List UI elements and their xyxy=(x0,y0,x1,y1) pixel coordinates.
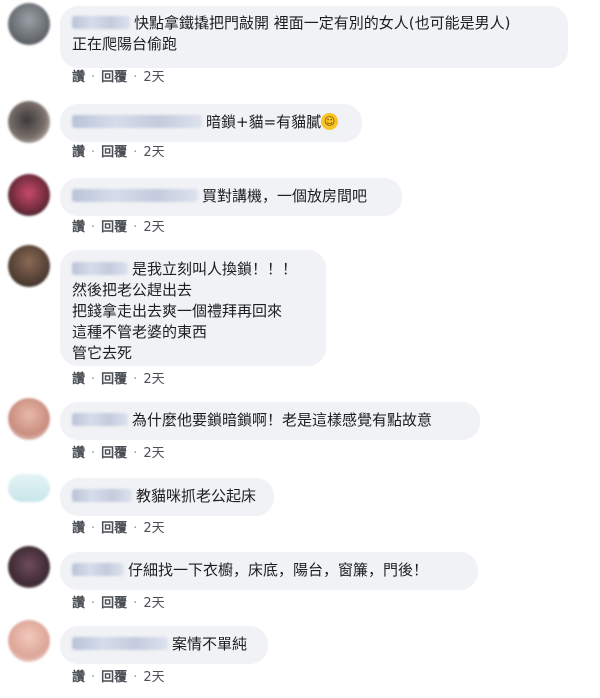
separator: · xyxy=(91,372,96,387)
comment-line: 正在爬陽台偷跑 xyxy=(72,35,178,53)
avatar[interactable] xyxy=(8,546,50,588)
separator: · xyxy=(133,145,138,160)
comment-actions: 讚 · 回覆 · 2天 xyxy=(72,372,165,388)
reply-link[interactable]: 回覆 xyxy=(101,670,127,686)
comment-line: 這種不管老婆的東西 xyxy=(72,323,208,341)
comment-text: 暗鎖+貓=有貓膩 xyxy=(206,113,322,131)
comment-actions: 讚 · 回覆 · 2天 xyxy=(72,670,165,686)
timestamp[interactable]: 2天 xyxy=(143,372,164,388)
comment-line: 是我立刻叫人換鎖！！！ xyxy=(72,259,314,280)
comment-text: 仔細找一下衣櫥，床底，陽台，窗簾，門後！ xyxy=(128,561,429,579)
comment-actions: 讚 · 回覆 · 2天 xyxy=(72,446,165,462)
like-link[interactable]: 讚 xyxy=(72,372,85,388)
separator: · xyxy=(133,372,138,387)
reply-link[interactable]: 回覆 xyxy=(101,372,127,388)
separator: · xyxy=(91,70,96,85)
comment-bubble: 暗鎖+貓=有貓膩 ☺ xyxy=(60,104,362,142)
comment-text: 教貓咪抓老公起床 xyxy=(136,487,257,505)
like-link[interactable]: 讚 xyxy=(72,220,85,236)
comment-bubble: 快點拿鐵撬把門敲開 裡面一定有別的女人(也可能是男人) 正在爬陽台偷跑 xyxy=(60,6,568,68)
avatar[interactable] xyxy=(8,101,50,143)
comment-line: 把錢拿走出去爽一個禮拜再回來 xyxy=(72,302,283,320)
comment-bubble: 教貓咪抓老公起床 xyxy=(60,478,274,516)
timestamp[interactable]: 2天 xyxy=(143,70,164,86)
commenter-name[interactable] xyxy=(72,16,130,29)
separator: · xyxy=(91,521,96,536)
separator: · xyxy=(133,670,138,685)
reply-link[interactable]: 回覆 xyxy=(101,446,127,462)
comment-bubble: 仔細找一下衣櫥，床底，陽台，窗簾，門後！ xyxy=(60,552,478,590)
avatar[interactable] xyxy=(8,474,50,502)
separator: · xyxy=(133,596,138,611)
commenter-name[interactable] xyxy=(72,262,128,275)
timestamp[interactable]: 2天 xyxy=(143,670,164,686)
separator: · xyxy=(133,70,138,85)
like-link[interactable]: 讚 xyxy=(72,670,85,686)
commenter-name[interactable] xyxy=(72,189,198,202)
comment-actions: 讚 · 回覆 · 2天 xyxy=(72,596,165,612)
smiling-face-icon: ☺ xyxy=(321,113,339,130)
commenter-name[interactable] xyxy=(72,115,202,128)
separator: · xyxy=(91,670,96,685)
like-link[interactable]: 讚 xyxy=(72,596,85,612)
avatar[interactable] xyxy=(8,3,50,45)
comment-bubble: 是我立刻叫人換鎖！！！ 然後把老公趕出去 把錢拿走出去爽一個禮拜再回來 這種不管… xyxy=(60,250,326,366)
comment-line: 快點拿鐵撬把門敲開 裡面一定有別的女人(也可能是男人) xyxy=(72,13,556,34)
comment-bubble: 為什麼他要鎖暗鎖啊！老是這樣感覺有點故意 xyxy=(60,402,480,440)
timestamp[interactable]: 2天 xyxy=(143,446,164,462)
reply-link[interactable]: 回覆 xyxy=(101,596,127,612)
like-link[interactable]: 讚 xyxy=(72,521,85,537)
reply-link[interactable]: 回覆 xyxy=(101,521,127,537)
timestamp[interactable]: 2天 xyxy=(143,596,164,612)
comment-actions: 讚 · 回覆 · 2天 xyxy=(72,145,165,161)
separator: · xyxy=(133,220,138,235)
comment-actions: 讚 · 回覆 · 2天 xyxy=(72,521,165,537)
comment-line: 管它去死 xyxy=(72,344,133,362)
comment-text: 買對講機，一個放房間吧 xyxy=(202,187,368,205)
reply-link[interactable]: 回覆 xyxy=(101,70,127,86)
comment-text: 是我立刻叫人換鎖！！！ xyxy=(132,260,298,278)
separator: · xyxy=(91,446,96,461)
comment-actions: 讚 · 回覆 · 2天 xyxy=(72,220,165,236)
comment-text: 案情不單純 xyxy=(172,635,248,653)
commenter-name[interactable] xyxy=(72,413,128,426)
reply-link[interactable]: 回覆 xyxy=(101,145,127,161)
avatar[interactable] xyxy=(8,620,50,662)
avatar[interactable] xyxy=(8,398,50,440)
comment-line: 然後把老公趕出去 xyxy=(72,281,193,299)
timestamp[interactable]: 2天 xyxy=(143,145,164,161)
commenter-name[interactable] xyxy=(72,489,132,502)
timestamp[interactable]: 2天 xyxy=(143,521,164,537)
comment-actions: 讚 · 回覆 · 2天 xyxy=(72,70,165,86)
timestamp[interactable]: 2天 xyxy=(143,220,164,236)
like-link[interactable]: 讚 xyxy=(72,446,85,462)
separator: · xyxy=(91,220,96,235)
commenter-name[interactable] xyxy=(72,563,124,576)
separator: · xyxy=(133,521,138,536)
like-link[interactable]: 讚 xyxy=(72,145,85,161)
separator: · xyxy=(91,596,96,611)
comment-text: 為什麼他要鎖暗鎖啊！老是這樣感覺有點故意 xyxy=(132,411,433,429)
avatar[interactable] xyxy=(8,174,50,216)
comment-bubble: 買對講機，一個放房間吧 xyxy=(60,178,402,216)
reply-link[interactable]: 回覆 xyxy=(101,220,127,236)
comment-text: 快點拿鐵撬把門敲開 裡面一定有別的女人(也可能是男人) xyxy=(134,14,511,32)
separator: · xyxy=(91,145,96,160)
separator: · xyxy=(133,446,138,461)
comment-bubble: 案情不單純 xyxy=(60,626,268,664)
avatar[interactable] xyxy=(8,245,50,287)
like-link[interactable]: 讚 xyxy=(72,70,85,86)
commenter-name[interactable] xyxy=(72,637,168,650)
